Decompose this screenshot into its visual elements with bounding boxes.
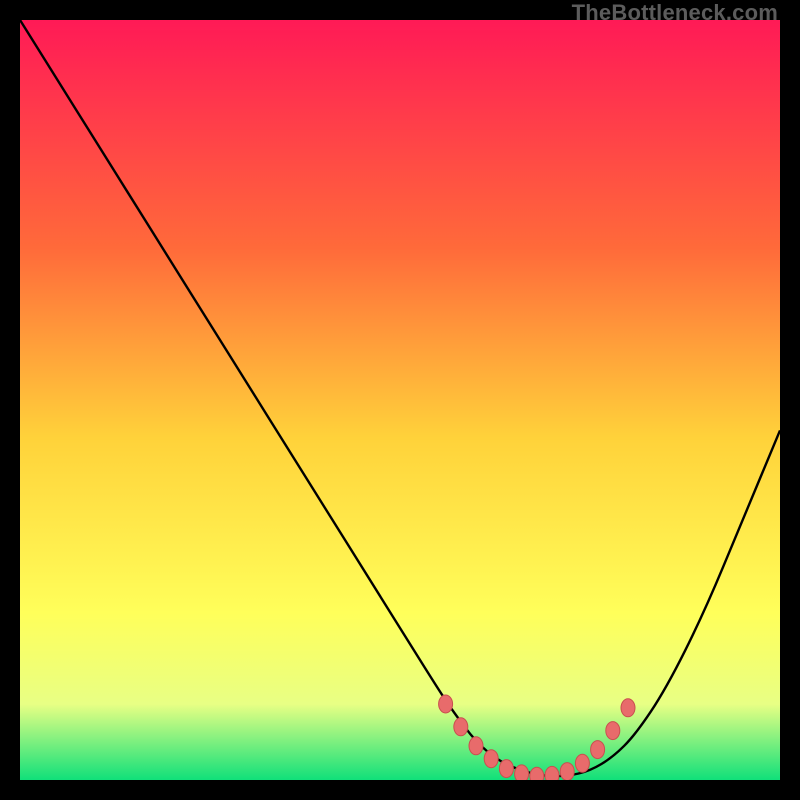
marker-point bbox=[515, 765, 529, 780]
marker-point bbox=[621, 699, 635, 717]
marker-point bbox=[545, 766, 559, 780]
marker-point bbox=[575, 754, 589, 772]
marker-point bbox=[606, 722, 620, 740]
marker-point bbox=[560, 763, 574, 780]
marker-point bbox=[530, 767, 544, 780]
marker-point bbox=[454, 718, 468, 736]
gradient-background bbox=[20, 20, 780, 780]
bottleneck-chart bbox=[20, 20, 780, 780]
marker-point bbox=[484, 750, 498, 768]
marker-point bbox=[499, 760, 513, 778]
marker-point bbox=[439, 695, 453, 713]
marker-point bbox=[591, 741, 605, 759]
marker-point bbox=[469, 737, 483, 755]
watermark-label: TheBottleneck.com bbox=[572, 0, 778, 26]
